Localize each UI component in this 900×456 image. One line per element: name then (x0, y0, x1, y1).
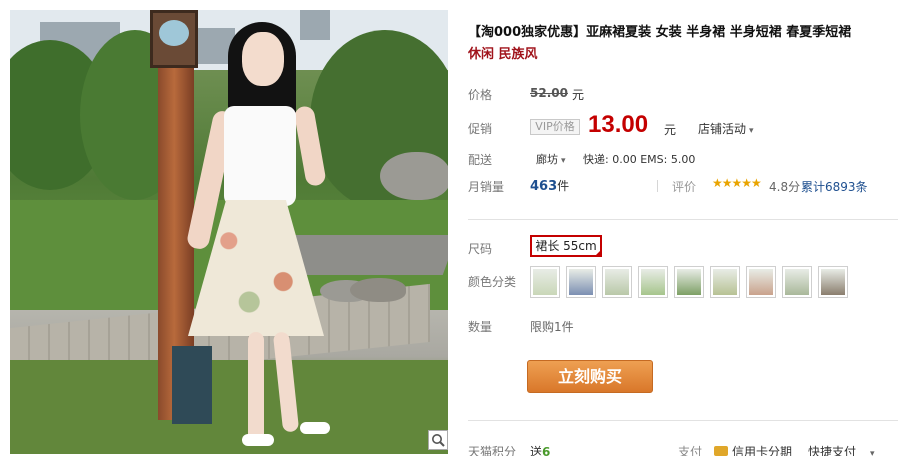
product-info-panel: 【淘000独家优惠】亚麻裙夏装 女装 半身裙 半身短裙 春夏季短裙 休闲 民族风… (468, 0, 900, 456)
product-main-image[interactable] (10, 10, 448, 454)
shop-activity-dropdown[interactable]: 店铺活动 ▾ (698, 120, 754, 137)
size-option-selected[interactable]: 裙长 55cm (530, 235, 602, 257)
review-label: 评价 (672, 180, 697, 194)
promo-label: 促销 (468, 122, 493, 136)
swatch-thumbnail (569, 269, 593, 295)
tmall-points-label: 天猫积分 (468, 445, 517, 456)
shipping-label: 配送 (468, 153, 493, 167)
photo-post-sign (159, 20, 189, 46)
model-shoe (300, 422, 330, 434)
color-swatch-swatch-8[interactable] (782, 266, 812, 298)
payment-label: 支付 (678, 445, 703, 456)
swatch-thumbnail (713, 269, 737, 295)
points-value: 6 (542, 445, 551, 456)
swatch-thumbnail (785, 269, 809, 295)
price-unit: 元 (572, 88, 585, 102)
product-title-sub: 休闲 民族风 (468, 47, 538, 62)
color-swatch-swatch-3[interactable] (602, 266, 632, 298)
credit-card-installment-link[interactable]: 信用卡分期 (732, 443, 792, 456)
swatch-thumbnail (533, 269, 557, 295)
divider (468, 420, 898, 421)
quick-pay-dropdown[interactable]: 快捷支付 ▾ (808, 443, 875, 456)
color-swatch-swatch-6[interactable] (710, 266, 740, 298)
model-top (224, 106, 296, 206)
swatch-thumbnail (605, 269, 629, 295)
cumulative-reviews-link[interactable]: 累计6893条 (801, 178, 868, 195)
shipping-city: 廊坊 (536, 153, 558, 166)
monthly-sales-count: 463 (530, 179, 558, 194)
divider (657, 180, 658, 192)
chevron-down-icon: ▾ (749, 126, 754, 136)
color-swatch-swatch-1[interactable] (530, 266, 560, 298)
color-label: 颜色分类 (468, 275, 517, 289)
photo-rock (380, 152, 448, 200)
model-shoe (242, 434, 274, 446)
promo-price-unit: 元 (664, 123, 677, 137)
color-swatch-swatch-9[interactable] (818, 266, 848, 298)
size-option-label: 裙长 55cm (535, 239, 597, 253)
price-label: 价格 (468, 88, 493, 102)
quantity-limit: 限购1件 (530, 320, 574, 334)
color-swatch-swatch-2[interactable] (566, 266, 596, 298)
product-title-main: 【淘000独家优惠】亚麻裙夏装 女装 半身裙 半身短裙 春夏季短裙 (468, 25, 852, 40)
quick-pay-label: 快捷支付 (808, 445, 857, 456)
photo-rock (350, 278, 406, 302)
divider (468, 219, 898, 220)
shop-activity-label: 店铺活动 (698, 122, 747, 136)
original-price: 52.00 (530, 86, 568, 100)
model-face (242, 32, 284, 86)
swatch-thumbnail (677, 269, 701, 295)
review-score: 4.8分 (769, 180, 801, 194)
chevron-down-icon: ▾ (561, 156, 566, 166)
tmall-points: 送6 (530, 443, 550, 456)
photo-lawn-front (10, 360, 448, 454)
swatch-thumbnail (749, 269, 773, 295)
color-swatch-swatch-5[interactable] (674, 266, 704, 298)
swatch-thumbnail (641, 269, 665, 295)
promo-price: 13.00 (588, 111, 649, 138)
quantity-label: 数量 (468, 320, 493, 334)
monthly-sales: 463件 (530, 177, 569, 194)
model-leg (248, 332, 264, 442)
monthly-sales-label: 月销量 (468, 180, 505, 194)
chevron-down-icon: ▾ (870, 449, 875, 456)
magnifier-icon[interactable] (428, 430, 448, 450)
buy-now-button[interactable]: 立刻购买 (527, 360, 653, 393)
shipping-fees: 快递: 0.00 EMS: 5.00 (583, 153, 696, 166)
shipping-city-select[interactable]: 廊坊 ▾ (536, 153, 566, 166)
product-title: 【淘000独家优惠】亚麻裙夏装 女装 半身裙 半身短裙 春夏季短裙 休闲 民族风 (468, 22, 898, 66)
monthly-sales-unit: 件 (557, 179, 570, 193)
credit-card-icon (714, 446, 728, 456)
size-label: 尺码 (468, 242, 493, 256)
photo-post-base (172, 346, 212, 424)
color-swatch-swatch-7[interactable] (746, 266, 776, 298)
photo-building (300, 10, 330, 40)
color-swatch-swatch-4[interactable] (638, 266, 668, 298)
selected-check-icon (594, 249, 602, 257)
star-rating-icon: ★★★★★ (712, 176, 762, 190)
points-prefix: 送 (530, 445, 543, 456)
vip-price-tag: VIP价格 (530, 119, 580, 135)
shipping-info: 廊坊 ▾ 快递: 0.00 EMS: 5.00 (536, 151, 695, 167)
swatch-thumbnail (821, 269, 845, 295)
color-swatch-list (530, 266, 848, 298)
